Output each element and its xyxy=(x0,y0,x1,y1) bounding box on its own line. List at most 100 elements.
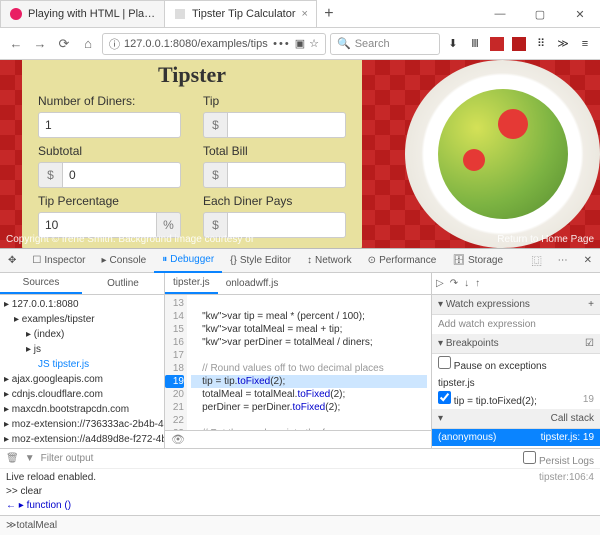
devtools-close-icon[interactable]: ✕ xyxy=(576,249,600,273)
tab-storage[interactable]: 🗄 Storage xyxy=(444,249,511,273)
code-lines[interactable]: "kw">var tip = meal * (percent / 100); "… xyxy=(187,295,431,430)
bookmark-icon[interactable]: ☆ xyxy=(309,37,319,50)
currency-prefix: $ xyxy=(203,162,227,188)
filter-icon: ▼ xyxy=(25,453,35,464)
sources-panel: Sources Outline ▸ 127.0.0.1:8080▸ exampl… xyxy=(0,273,165,448)
diners-label: Number of Diners: xyxy=(38,94,181,108)
file-tab[interactable]: tipster.js xyxy=(165,273,218,294)
reader-icon[interactable]: ▣ xyxy=(295,37,305,50)
file-tab[interactable]: onloadwff.js xyxy=(218,273,287,294)
toolbar: ← → ⟳ ⌂ ⓘ 127.0.0.1:8080/examples/tips •… xyxy=(0,28,600,60)
browser-tab[interactable]: Playing with HTML | Playing w xyxy=(0,0,165,27)
tab-favicon xyxy=(173,7,187,21)
salad-image xyxy=(405,60,600,248)
devtools-dock-button[interactable]: ⿶ xyxy=(524,249,550,273)
tab-debugger[interactable]: ⏸ Debugger xyxy=(154,249,222,273)
new-tab-button[interactable]: + xyxy=(316,1,342,27)
outline-tab[interactable]: Outline xyxy=(82,273,164,294)
totalbill-label: Total Bill xyxy=(203,144,346,158)
tab-style-editor[interactable]: {} Style Editor xyxy=(222,249,299,273)
watch-header[interactable]: ▾ Watch expressions+ xyxy=(432,295,600,315)
home-link[interactable]: Return to Home Page xyxy=(497,234,594,245)
filter-input[interactable]: Filter output xyxy=(41,453,518,464)
extension-icon[interactable]: ⠿ xyxy=(532,35,550,53)
step-out-button[interactable]: ↑ xyxy=(475,278,480,289)
tree-item[interactable]: ▸ examples/tipster xyxy=(0,312,164,327)
info-icon[interactable]: ⓘ xyxy=(109,36,120,52)
breakpoint-item[interactable]: tip = tip.toFixed(2);19 xyxy=(432,389,600,409)
devtools: ✥ ☐ Inspector ▸ Console ⏸ Debugger {} St… xyxy=(0,248,600,535)
downloads-icon[interactable]: ⬇ xyxy=(444,35,462,53)
home-button[interactable]: ⌂ xyxy=(78,34,98,54)
tab-inspector[interactable]: ☐ Inspector xyxy=(24,249,93,273)
debugger-controls: ▷ ↷ ↓ ↑ xyxy=(432,273,600,295)
pause-exceptions-checkbox[interactable] xyxy=(438,356,451,369)
step-over-button[interactable]: ↷ xyxy=(450,278,458,289)
tree-item[interactable]: ▸ js xyxy=(0,342,164,357)
window-controls: ― ▢ ✕ xyxy=(480,1,600,27)
tree-item[interactable]: JS tipster.js xyxy=(0,357,164,372)
currency-prefix: $ xyxy=(38,162,62,188)
tip-output xyxy=(227,112,346,138)
tree-item[interactable]: ▸ moz-extension://736333ac-2b4b-4cfc xyxy=(0,417,164,432)
callstack-header[interactable]: ▾ Call stack xyxy=(432,409,600,429)
close-window-button[interactable]: ✕ xyxy=(560,1,600,27)
sources-tab[interactable]: Sources xyxy=(0,273,82,294)
library-icon[interactable]: Ⅲ xyxy=(466,35,484,53)
maximize-button[interactable]: ▢ xyxy=(520,1,560,27)
editor-footer: 👁 xyxy=(165,430,431,448)
tab-favicon xyxy=(9,7,23,21)
debugger-sidebar: ▷ ↷ ↓ ↑ ▾ Watch expressions+ Add watch e… xyxy=(432,273,600,448)
page-content: Tipster Number of Diners: 1 Tip $ Subtot… xyxy=(0,60,600,248)
tree-item[interactable]: ▸ maxcdn.bootstrapcdn.com xyxy=(0,402,164,417)
tree-item[interactable]: ▸ ajax.googleapis.com xyxy=(0,372,164,387)
tab-console[interactable]: ▸ Console xyxy=(94,249,155,273)
diners-input[interactable]: 1 xyxy=(38,112,181,138)
persist-logs-checkbox[interactable] xyxy=(523,451,536,464)
window-tabstrip: Playing with HTML | Playing w Tipster Ti… xyxy=(0,0,600,28)
reload-button[interactable]: ⟳ xyxy=(54,34,74,54)
address-bar[interactable]: ⓘ 127.0.0.1:8080/examples/tips ••• ▣ ☆ xyxy=(102,33,326,55)
menu-icon[interactable]: ≡ xyxy=(576,35,594,53)
bp-checkbox[interactable] xyxy=(438,391,451,404)
tree-item[interactable]: ▸ moz-extension://a4d89d8e-f272-4b1f xyxy=(0,432,164,447)
editor-panel: tipster.js onloadwff.js 1314151617181920… xyxy=(165,273,432,448)
console-output[interactable]: Live reload enabled.tipster:106:4>> clea… xyxy=(0,469,600,515)
resume-button[interactable]: ▷ xyxy=(436,278,444,289)
tree-item[interactable]: ▸ 127.0.0.1:8080 xyxy=(0,297,164,312)
forward-button[interactable]: → xyxy=(30,34,50,54)
watch-placeholder[interactable]: Add watch expression xyxy=(432,315,600,334)
subtotal-label: Subtotal xyxy=(38,144,181,158)
breakpoints-header[interactable]: ▾ Breakpoints☑ xyxy=(432,334,600,354)
inspect-node-button[interactable]: ✥ xyxy=(0,249,24,273)
back-button[interactable]: ← xyxy=(6,34,26,54)
tab-network[interactable]: ↕ Network xyxy=(299,249,360,273)
tree-item[interactable]: ▸ (index) xyxy=(0,327,164,342)
command-line[interactable]: ≫ totalMeal xyxy=(0,515,600,535)
bp-file: tipster.js xyxy=(432,374,600,389)
search-box[interactable]: 🔍 Search xyxy=(330,33,440,55)
tab-label: Playing with HTML | Playing w xyxy=(28,8,156,20)
eye-icon[interactable]: 👁 xyxy=(171,433,185,446)
subtotal-input[interactable]: 0 xyxy=(62,162,181,188)
sources-tree[interactable]: ▸ 127.0.0.1:8080▸ examples/tipster▸ (ind… xyxy=(0,295,164,448)
callstack-frame[interactable]: (anonymous)tipster.js: 19 xyxy=(432,429,600,446)
gutter[interactable]: 131415161718192021222324252627282930 xyxy=(165,295,187,430)
tipster-card: Tipster Number of Diners: 1 Tip $ Subtot… xyxy=(22,60,362,248)
trash-icon[interactable]: 🗑 xyxy=(6,453,19,464)
console-panel: 🗑 ▼ Filter output Persist Logs Live relo… xyxy=(0,448,600,515)
step-in-button[interactable]: ↓ xyxy=(464,278,469,289)
devtools-settings-icon[interactable]: ⋯ xyxy=(550,249,576,273)
minimize-button[interactable]: ― xyxy=(480,1,520,27)
add-watch-icon[interactable]: + xyxy=(588,299,594,310)
checkbox-icon[interactable]: ☑ xyxy=(585,338,594,349)
extension-icon[interactable] xyxy=(510,35,528,53)
tip-label: Tip xyxy=(203,94,346,108)
browser-tab[interactable]: Tipster Tip Calculator × xyxy=(164,0,317,27)
tree-item[interactable]: ▸ cdnjs.cloudflare.com xyxy=(0,387,164,402)
close-tab-icon[interactable]: × xyxy=(302,8,308,20)
tab-performance[interactable]: ⊙ Performance xyxy=(360,249,445,273)
sidebar-icon[interactable]: ≫ xyxy=(554,35,572,53)
page-action-icon[interactable]: ••• xyxy=(273,38,291,50)
extension-icon[interactable] xyxy=(488,35,506,53)
